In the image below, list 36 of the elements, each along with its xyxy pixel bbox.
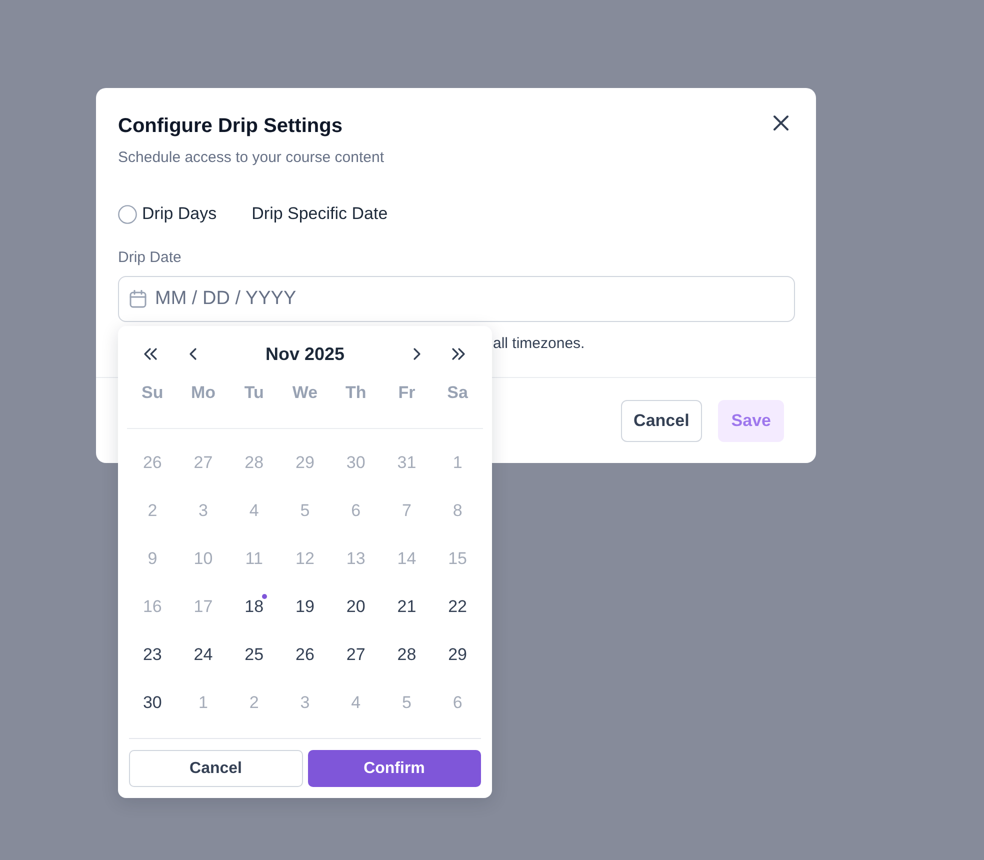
double-chevron-right-icon[interactable]: [451, 346, 467, 362]
calendar-day[interactable]: 25: [236, 637, 272, 673]
dialog-subtitle: Schedule access to your course content: [118, 148, 384, 168]
month-title: Nov 2025: [264, 343, 346, 366]
calendar-day[interactable]: 24: [185, 637, 222, 673]
calendar-day[interactable]: 20: [338, 589, 374, 625]
calendar-day[interactable]: 30: [134, 685, 170, 721]
close-icon[interactable]: [773, 115, 789, 131]
calendar-day[interactable]: 28: [388, 637, 425, 673]
field-label: Drip Date: [118, 248, 182, 268]
calendar-day[interactable]: 29: [440, 637, 476, 673]
calendar-day[interactable]: 21: [388, 589, 425, 625]
calendar-day[interactable]: 18: [236, 589, 272, 625]
cancel-button[interactable]: Cancel: [129, 750, 302, 787]
weekday-label: Sa: [447, 382, 468, 404]
radio-button[interactable]: [118, 204, 137, 224]
calendar-day[interactable]: 22: [440, 589, 476, 625]
cancel-button[interactable]: Cancel: [620, 400, 702, 442]
calendar-day[interactable]: 19: [286, 589, 323, 625]
calendar-day[interactable]: 26: [286, 637, 323, 673]
weekday-label: Tu: [244, 382, 264, 404]
weekday-label: Fr: [398, 382, 416, 404]
help-text: all timezones.: [493, 334, 586, 354]
dialog-title: Configure Drip Settings: [118, 114, 344, 138]
weekday-label: We: [292, 382, 318, 404]
option-label[interactable]: Drip Specific Date: [252, 203, 388, 225]
radio-label[interactable]: Drip Days: [142, 203, 217, 225]
date-input-field[interactable]: MM / DD / YYYY: [118, 276, 795, 322]
calendar-day[interactable]: 23: [134, 637, 170, 673]
double-chevron-left-icon[interactable]: [142, 346, 158, 362]
weekday-label: Th: [345, 382, 366, 404]
calendar-icon: [129, 290, 147, 308]
confirm-button[interactable]: Confirm: [308, 750, 481, 787]
calendar-day[interactable]: 27: [338, 637, 374, 673]
weekday-label: Su: [142, 382, 164, 404]
weekday-label: Mo: [191, 382, 216, 404]
